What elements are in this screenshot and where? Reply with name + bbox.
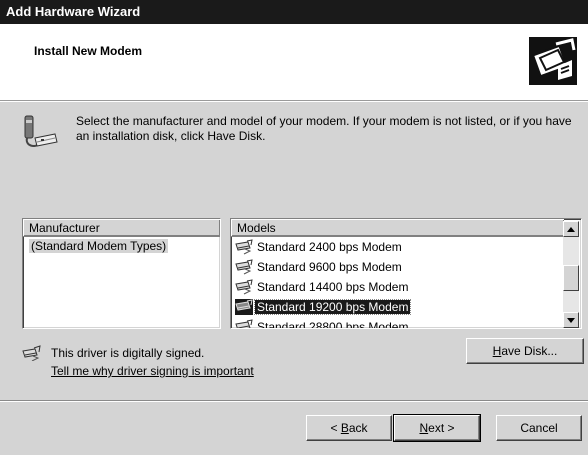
instruction-text: Select the manufacturer and model of you…	[76, 114, 572, 143]
modem-icon	[235, 239, 253, 255]
page-title: Install New Modem	[34, 44, 143, 58]
cancel-button[interactable]: Cancel	[496, 415, 582, 441]
hardware-wizard-icon	[529, 37, 577, 85]
back-button[interactable]: < Back	[306, 415, 392, 441]
modem-icon	[235, 279, 253, 295]
signed-driver-icon	[22, 345, 41, 361]
wizard-header: Install New Modem	[0, 24, 588, 101]
wizard-body: Select the manufacturer and model of you…	[0, 102, 588, 455]
have-disk-button[interactable]: Have Disk...	[466, 338, 584, 364]
model-item[interactable]: Standard 2400 bps Modem	[231, 237, 581, 257]
arrow-up-icon	[567, 226, 575, 232]
models-header[interactable]: Models	[231, 219, 564, 237]
driver-signing-link[interactable]: Tell me why driver signing is important	[51, 364, 254, 378]
model-item-selected[interactable]: Standard 19200 bps Modem	[231, 297, 581, 317]
scroll-thumb[interactable]	[563, 265, 579, 291]
scroll-up-button[interactable]	[563, 221, 579, 237]
modem-icon	[235, 259, 253, 275]
modem-icon	[235, 319, 253, 328]
window-titlebar[interactable]: Add Hardware Wizard	[0, 0, 588, 24]
modem-icon	[235, 299, 253, 315]
phone-modem-icon	[24, 115, 58, 147]
models-listbox[interactable]: Models Standard 2400 bps Modem Standard …	[230, 218, 582, 329]
arrow-down-icon	[567, 317, 575, 323]
model-item[interactable]: Standard 9600 bps Modem	[231, 257, 581, 277]
model-item[interactable]: Standard 14400 bps Modem	[231, 277, 581, 297]
manufacturer-item[interactable]: (Standard Modem Types)	[23, 237, 220, 253]
model-item[interactable]: Standard 28800 bps Modem	[231, 317, 581, 328]
window-title: Add Hardware Wizard	[6, 4, 141, 19]
manufacturer-listbox[interactable]: Manufacturer (Standard Modem Types)	[22, 218, 221, 329]
driver-signed-text: This driver is digitally signed.	[51, 346, 205, 360]
models-scrollbar[interactable]	[563, 221, 579, 328]
scroll-down-button[interactable]	[563, 312, 579, 328]
next-button[interactable]: Next >	[393, 414, 481, 442]
manufacturer-header[interactable]: Manufacturer	[23, 219, 220, 237]
footer-divider	[0, 400, 588, 402]
